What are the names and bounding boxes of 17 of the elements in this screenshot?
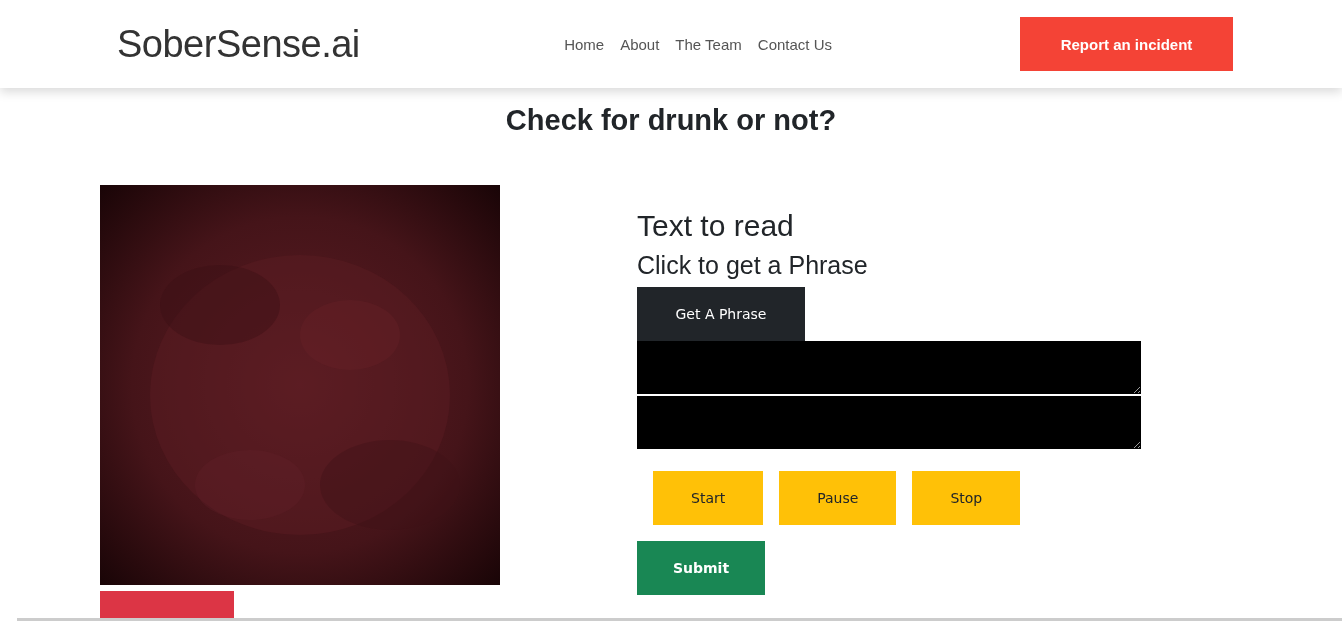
- section-title: Text to read: [637, 208, 795, 244]
- nav-link[interactable]: About: [620, 35, 660, 53]
- recording-button[interactable]: Start: [653, 471, 764, 525]
- section-subtitle: Click to get a Phrase: [637, 250, 869, 281]
- site-logo[interactable]: SoberSense.ai: [117, 22, 360, 66]
- submit-button[interactable]: Submit: [637, 541, 765, 595]
- nav-link[interactable]: Contact Us: [757, 35, 832, 53]
- output-field[interactable]: [637, 396, 1141, 449]
- recording-button[interactable]: Stop: [912, 471, 1021, 525]
- get-phrase-button[interactable]: Get A Phrase: [637, 287, 805, 341]
- page-heading: Check for drunk or not?: [504, 104, 838, 137]
- nav-link[interactable]: Home: [564, 35, 605, 53]
- nav-link[interactable]: The Team: [675, 35, 742, 53]
- report-incident-button[interactable]: Report an incident: [1020, 17, 1233, 71]
- capture-button[interactable]: [100, 591, 234, 621]
- recording-button[interactable]: Pause: [779, 471, 897, 525]
- output-field[interactable]: [637, 341, 1141, 394]
